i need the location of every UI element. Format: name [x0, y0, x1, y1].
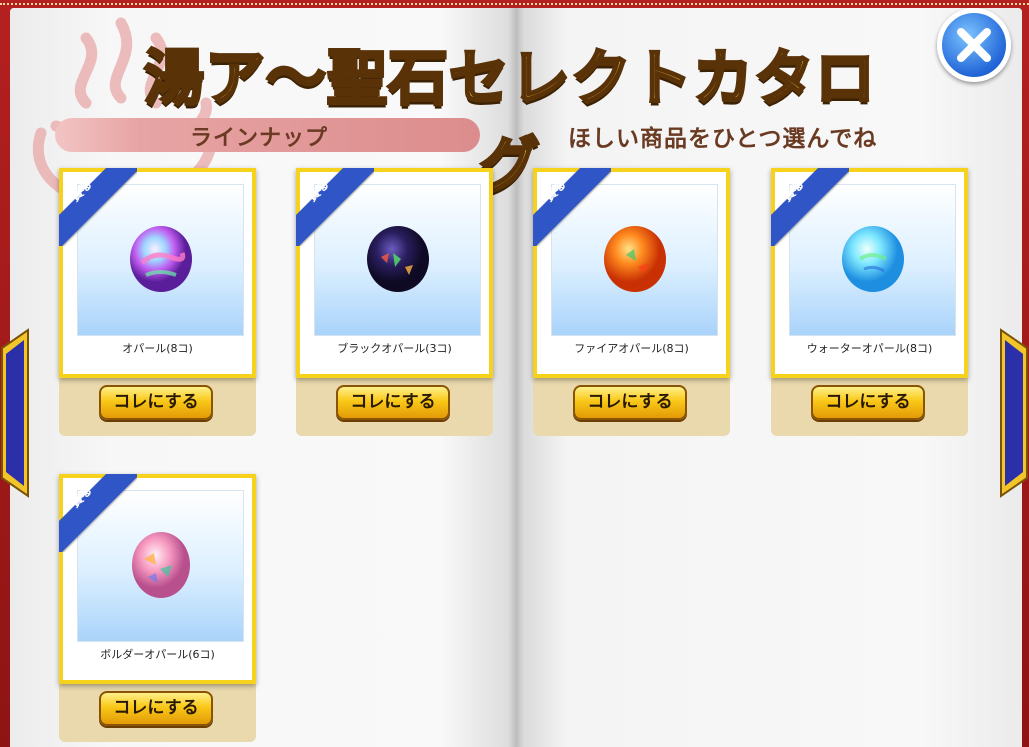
item-name: ファイアオパール(8コ)	[574, 342, 689, 355]
item-name: ウォーターオパール(8コ)	[806, 342, 933, 355]
item-name: ブラックオパール(3コ)	[337, 342, 452, 355]
choose-button-water-opal[interactable]: コレにする	[811, 385, 925, 420]
next-arrow-icon[interactable]	[999, 328, 1029, 498]
item-card-fire-opal: ファイアオパール(8コ) 貰る コレにする	[533, 168, 730, 436]
ribbon-badge: 貰る	[296, 168, 374, 246]
close-button[interactable]	[937, 8, 1011, 82]
ribbon-badge: 貰る	[533, 168, 611, 246]
item-card-boulder-opal: ボルダーオパール(6コ) 貰る コレにする	[59, 474, 256, 742]
close-icon	[957, 28, 991, 62]
prev-arrow-icon[interactable]	[0, 328, 30, 498]
lineup-label: ラインナップ	[190, 126, 329, 151]
item-card-water-opal: ウォーターオパール(8コ) 貰る コレにする	[771, 168, 968, 436]
choose-button-opal[interactable]: コレにする	[99, 385, 213, 420]
item-card-black-opal: ブラックオパール(3コ) 貰る コレにする	[296, 168, 493, 436]
choose-button-black-opal[interactable]: コレにする	[336, 385, 450, 420]
ribbon-badge: 貰る	[59, 168, 137, 246]
choose-button-boulder-opal[interactable]: コレにする	[99, 691, 213, 726]
item-card-opal: オパール(8コ) 貰る コレにする	[59, 168, 256, 436]
instruction-text: ほしい商品をひとつ選んでね	[568, 126, 878, 152]
item-name: ボルダーオパール(6コ)	[100, 648, 215, 661]
choose-button-fire-opal[interactable]: コレにする	[573, 385, 687, 420]
item-name: オパール(8コ)	[122, 342, 193, 355]
ribbon-badge: 貰る	[771, 168, 849, 246]
ribbon-badge: 貰る	[59, 474, 137, 552]
